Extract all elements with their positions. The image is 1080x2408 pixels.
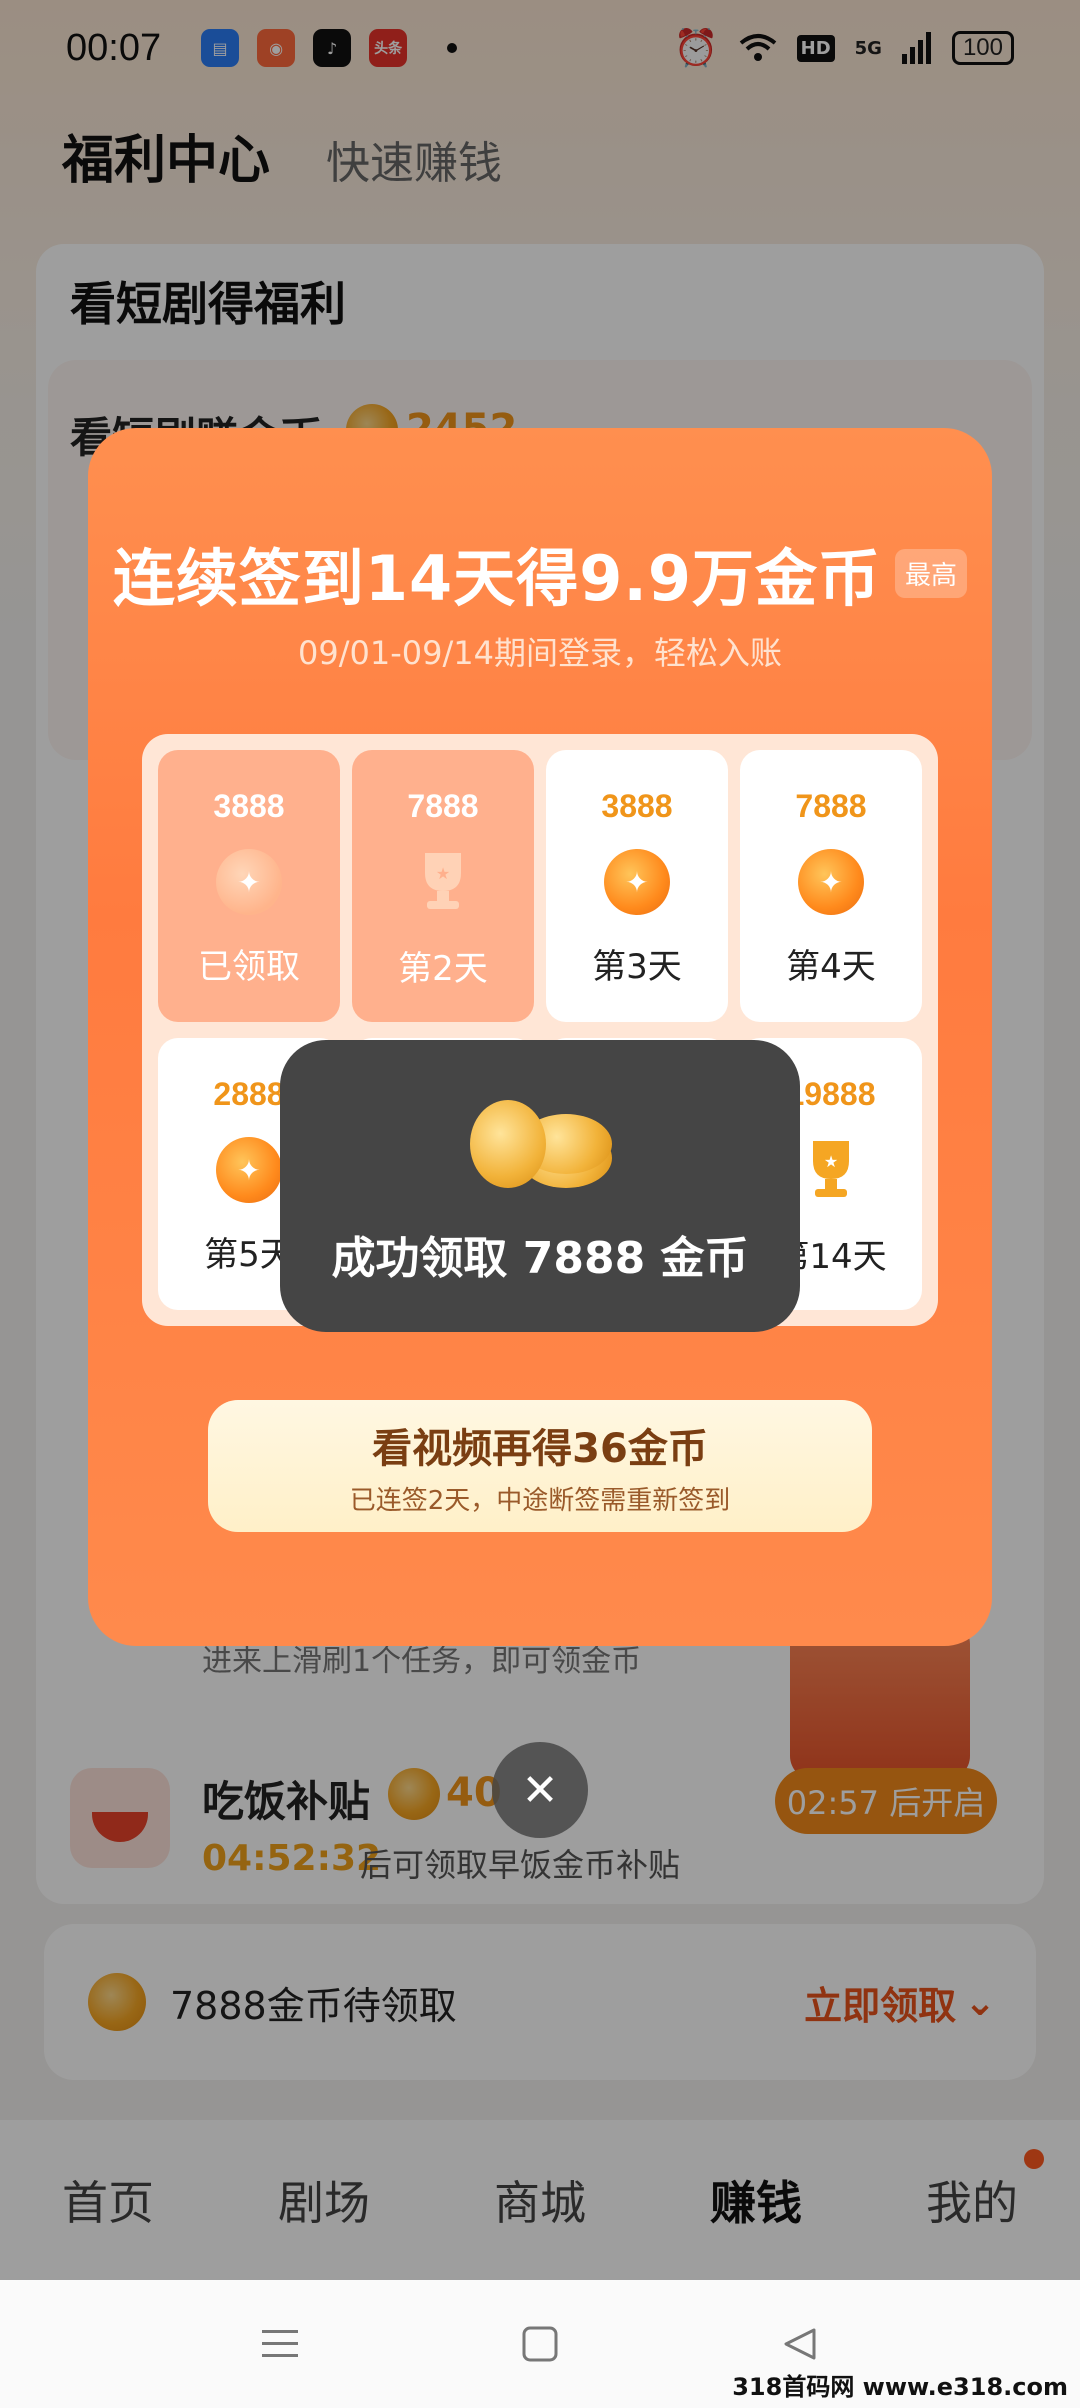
modal-subtitle: 09/01-09/14期间登录，轻松入账 [298, 634, 782, 672]
svg-text:★: ★ [436, 864, 450, 883]
coin-stack-icon [460, 1100, 620, 1200]
day-amount: 3888 [601, 788, 673, 824]
modal-title-row: 连续签到14天得9.9万金币 最高 [88, 528, 992, 618]
day-amount: 3888 [213, 788, 285, 824]
watch-video-button[interactable]: 看视频再得36金币 已连签2天，中途断签需重新签到 [208, 1400, 872, 1532]
coin-icon: ✦ [798, 849, 864, 915]
day-cell-1[interactable]: 3888 ✦ 已领取 [158, 750, 340, 1022]
trophy-icon: ★ [796, 1133, 866, 1205]
coin-icon: ✦ [604, 849, 670, 915]
home-icon[interactable] [510, 2314, 570, 2374]
svg-text:★: ★ [824, 1152, 838, 1171]
max-badge: 最高 [895, 548, 968, 598]
checkin-modal: 连续签到14天得9.9万金币 最高 09/01-09/14期间登录，轻松入账 3… [88, 428, 992, 1646]
day-label: 第4天 [786, 947, 876, 987]
day-label: 第2天 [398, 949, 488, 989]
day-label: 第3天 [592, 947, 682, 987]
trophy-icon: ★ [408, 845, 478, 917]
watermark: 318首码网 www.e318.com [732, 2373, 1068, 2401]
day-amount: 2888 [213, 1076, 285, 1112]
day-label: 已领取 [198, 947, 300, 987]
back-icon[interactable] [770, 2314, 830, 2374]
watch-video-sub: 已连签2天，中途断签需重新签到 [349, 1485, 731, 1516]
day-cell-3[interactable]: 3888 ✦ 第3天 [546, 750, 728, 1022]
day-amount: 7888 [795, 788, 867, 824]
modal-title: 连续签到14天得9.9万金币 [112, 542, 882, 615]
success-toast: 成功领取 7888 金币 [280, 1040, 800, 1332]
close-icon: ✕ [521, 1764, 559, 1816]
day-amount: 7888 [407, 788, 479, 824]
watch-video-label: 看视频再得36金币 [372, 1425, 708, 1472]
day-cell-2[interactable]: 7888 ★ 第2天 [352, 750, 534, 1022]
coin-icon: ✦ [216, 1137, 282, 1203]
close-button[interactable]: ✕ [492, 1742, 588, 1838]
coin-icon: ✦ [216, 849, 282, 915]
menu-icon[interactable] [250, 2314, 310, 2374]
day-cell-4[interactable]: 7888 ✦ 第4天 [740, 750, 922, 1022]
toast-text: 成功领取 7888 金币 [331, 1233, 749, 1284]
